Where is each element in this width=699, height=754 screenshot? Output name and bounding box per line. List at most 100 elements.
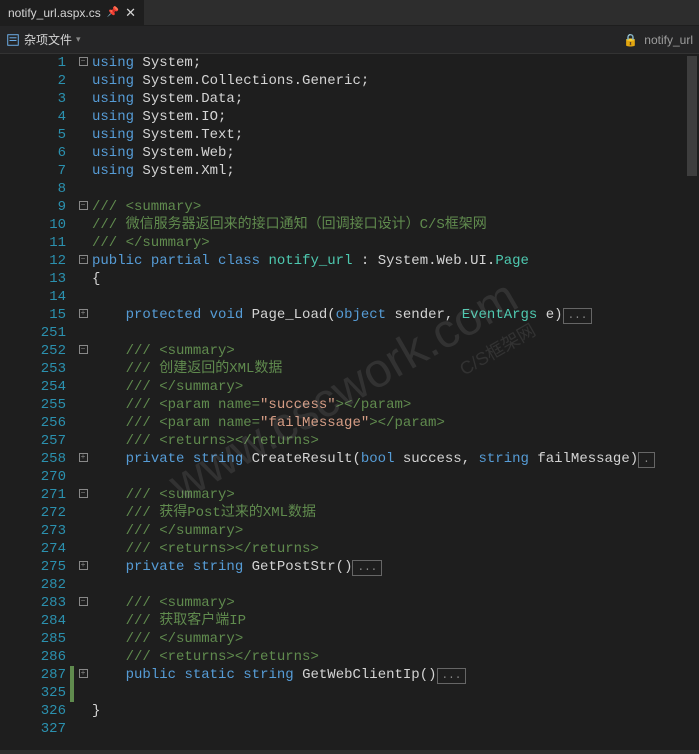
file-tab[interactable]: notify_url.aspx.cs 📌 ✕ — [0, 0, 144, 25]
fold-expand-icon[interactable]: + — [79, 669, 88, 678]
pin-icon[interactable]: 📌 — [107, 7, 119, 18]
code-line[interactable]: /// 微信服务器返回来的接口通知（回调接口设计）C/S框架网 — [92, 216, 699, 234]
tab-bar: notify_url.aspx.cs 📌 ✕ — [0, 0, 699, 26]
line-number: 271 — [0, 486, 66, 504]
fold-collapse-icon[interactable]: − — [79, 57, 88, 66]
code-line[interactable] — [92, 288, 699, 306]
fold-expand-icon[interactable]: + — [79, 453, 88, 462]
line-number: 326 — [0, 702, 66, 720]
code-line[interactable]: using System.Collections.Generic; — [92, 72, 699, 90]
line-number: 2 — [0, 72, 66, 90]
line-number: 273 — [0, 522, 66, 540]
navigation-bar: 杂项文件 ▾ 🔒 notify_url — [0, 26, 699, 54]
line-number: 325 — [0, 684, 66, 702]
code-line[interactable]: using System.IO; — [92, 108, 699, 126]
line-number: 285 — [0, 630, 66, 648]
line-number: 251 — [0, 324, 66, 342]
line-number: 255 — [0, 396, 66, 414]
line-number-gutter: 1234567891011121314152512522532542552562… — [0, 54, 70, 750]
code-line[interactable] — [92, 468, 699, 486]
scrollbar-thumb[interactable] — [687, 56, 697, 176]
line-number: 254 — [0, 378, 66, 396]
code-line[interactable]: } — [92, 702, 699, 720]
line-number: 274 — [0, 540, 66, 558]
code-line[interactable]: /// </summary> — [92, 630, 699, 648]
line-number: 258 — [0, 450, 66, 468]
line-number: 9 — [0, 198, 66, 216]
fold-column: − − − + − + − + − + — [74, 54, 92, 750]
code-line[interactable]: private string CreateResult(bool success… — [92, 450, 699, 468]
code-line[interactable]: /// <param name="failMessage"></param> — [92, 414, 699, 432]
fold-collapse-icon[interactable]: − — [79, 597, 88, 606]
line-number: 8 — [0, 180, 66, 198]
code-line[interactable]: /// </summary> — [92, 378, 699, 396]
line-number: 283 — [0, 594, 66, 612]
line-number: 272 — [0, 504, 66, 522]
nav-right-dropdown[interactable]: 🔒 notify_url — [623, 33, 693, 47]
fold-expand-icon[interactable]: + — [79, 309, 88, 318]
line-number: 256 — [0, 414, 66, 432]
code-line[interactable]: /// <summary> — [92, 198, 699, 216]
code-line[interactable] — [92, 684, 699, 702]
line-number: 327 — [0, 720, 66, 738]
code-line[interactable] — [92, 720, 699, 738]
code-line[interactable]: /// <returns></returns> — [92, 648, 699, 666]
lock-icon: 🔒 — [623, 33, 638, 47]
line-number: 13 — [0, 270, 66, 288]
code-editor[interactable]: 1234567891011121314152512522532542552562… — [0, 54, 699, 750]
code-line[interactable]: /// <summary> — [92, 594, 699, 612]
line-number: 4 — [0, 108, 66, 126]
fold-collapse-icon[interactable]: − — [79, 345, 88, 354]
line-number: 3 — [0, 90, 66, 108]
code-line[interactable]: using System.Web; — [92, 144, 699, 162]
vertical-scrollbar[interactable] — [685, 54, 699, 750]
code-area[interactable]: using System;using System.Collections.Ge… — [92, 54, 699, 750]
fold-collapse-icon[interactable]: − — [79, 201, 88, 210]
line-number: 15 — [0, 306, 66, 324]
line-number: 7 — [0, 162, 66, 180]
fold-collapse-icon[interactable]: − — [79, 255, 88, 264]
code-line[interactable]: public static string GetWebClientIp()... — [92, 666, 699, 684]
code-line[interactable]: using System.Xml; — [92, 162, 699, 180]
code-line[interactable] — [92, 180, 699, 198]
line-number: 14 — [0, 288, 66, 306]
line-number: 10 — [0, 216, 66, 234]
code-line[interactable]: /// 获取客户端IP — [92, 612, 699, 630]
code-line[interactable]: { — [92, 270, 699, 288]
code-line[interactable]: /// <returns></returns> — [92, 540, 699, 558]
line-number: 11 — [0, 234, 66, 252]
code-line[interactable]: private string GetPostStr()... — [92, 558, 699, 576]
code-line[interactable] — [92, 576, 699, 594]
file-icon — [6, 33, 20, 47]
code-line[interactable]: /// 创建返回的XML数据 — [92, 360, 699, 378]
line-number: 270 — [0, 468, 66, 486]
line-number: 12 — [0, 252, 66, 270]
line-number: 282 — [0, 576, 66, 594]
fold-collapse-icon[interactable]: − — [79, 489, 88, 498]
line-number: 286 — [0, 648, 66, 666]
nav-left-dropdown[interactable]: 杂项文件 — [6, 31, 72, 48]
line-number: 257 — [0, 432, 66, 450]
code-line[interactable]: /// </summary> — [92, 234, 699, 252]
line-number: 1 — [0, 54, 66, 72]
code-line[interactable]: /// <summary> — [92, 342, 699, 360]
code-line[interactable]: /// </summary> — [92, 522, 699, 540]
code-line[interactable]: /// 获得Post过来的XML数据 — [92, 504, 699, 522]
nav-class-label: notify_url — [644, 33, 693, 47]
code-line[interactable]: using System.Text; — [92, 126, 699, 144]
code-line[interactable]: using System; — [92, 54, 699, 72]
chevron-down-icon[interactable]: ▾ — [72, 34, 85, 45]
code-line[interactable]: public partial class notify_url : System… — [92, 252, 699, 270]
code-line[interactable]: /// <param name="success"></param> — [92, 396, 699, 414]
code-line[interactable]: using System.Data; — [92, 90, 699, 108]
close-icon[interactable]: ✕ — [125, 5, 136, 21]
tab-title: notify_url.aspx.cs — [8, 6, 101, 20]
line-number: 284 — [0, 612, 66, 630]
code-line[interactable] — [92, 324, 699, 342]
fold-expand-icon[interactable]: + — [79, 561, 88, 570]
code-line[interactable]: /// <returns></returns> — [92, 432, 699, 450]
line-number: 6 — [0, 144, 66, 162]
line-number: 5 — [0, 126, 66, 144]
code-line[interactable]: protected void Page_Load(object sender, … — [92, 306, 699, 324]
code-line[interactable]: /// <summary> — [92, 486, 699, 504]
